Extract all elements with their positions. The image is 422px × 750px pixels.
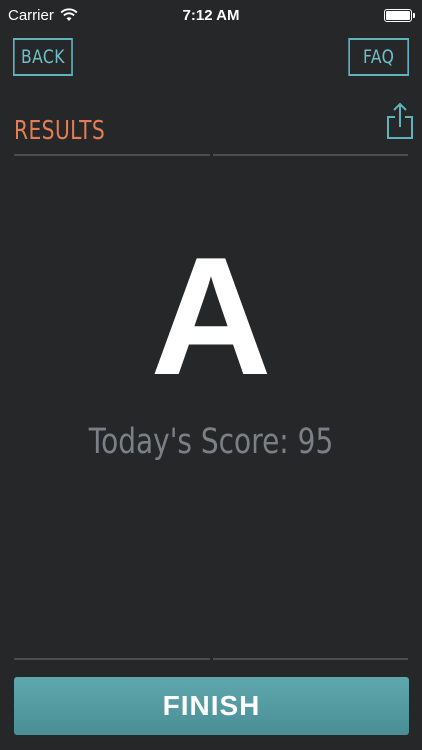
carrier-label: Carrier	[8, 6, 54, 24]
top-divider-left	[14, 154, 210, 156]
faq-button[interactable]: FAQ	[348, 38, 409, 76]
todays-score: Today's Score: 95	[88, 422, 334, 462]
battery-icon	[384, 8, 415, 22]
grade-letter: A	[150, 222, 272, 410]
top-divider-right	[213, 154, 408, 156]
bottom-divider-right	[213, 658, 408, 660]
status-left: Carrier	[8, 7, 78, 24]
back-button[interactable]: BACK	[13, 38, 73, 76]
wifi-icon	[60, 8, 78, 21]
bottom-divider-left	[14, 658, 210, 660]
share-icon[interactable]	[386, 102, 414, 140]
finish-button[interactable]: FINISH	[14, 677, 409, 735]
results-title: RESULTS	[14, 116, 106, 146]
battery-fill	[386, 10, 410, 20]
status-bar: Carrier 7:12 AM	[0, 0, 422, 30]
